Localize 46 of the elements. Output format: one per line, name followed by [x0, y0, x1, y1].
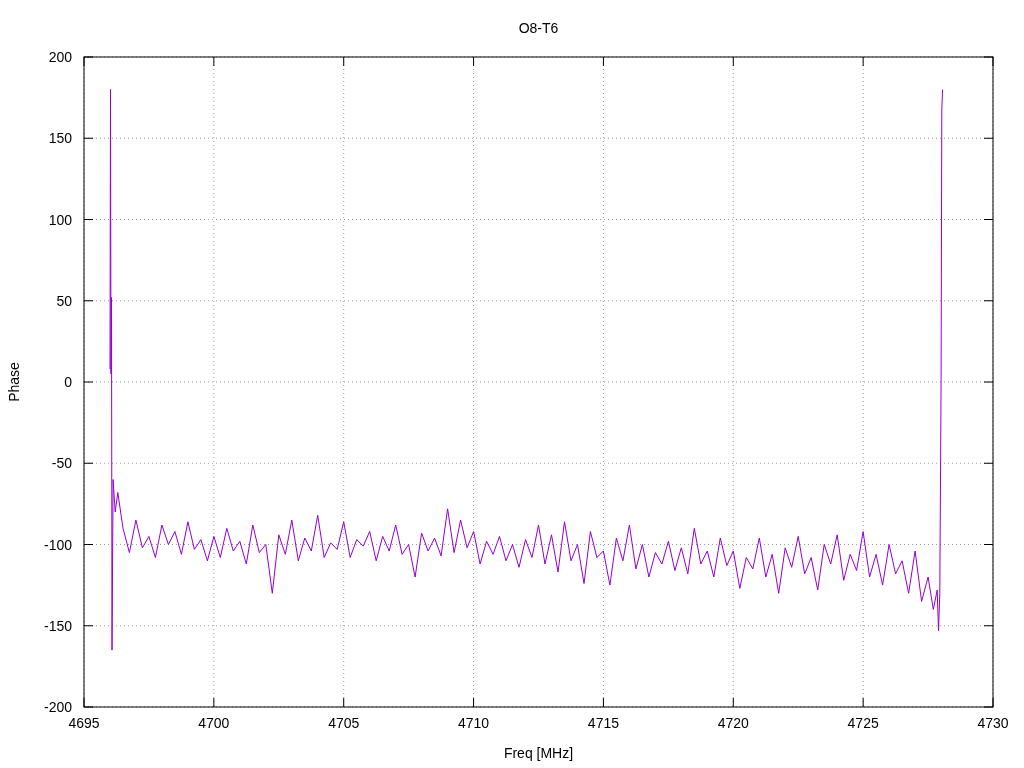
- y-tick-label: 100: [48, 211, 72, 228]
- y-tick-mark: [83, 625, 94, 627]
- x-tick-mark: [343, 697, 345, 708]
- y-tick-mark: [83, 544, 94, 545]
- x-tick-label: 4715: [587, 715, 619, 731]
- x-tick-label: 4710: [458, 715, 490, 731]
- y-tick-label: -100: [43, 536, 72, 553]
- x-tick-label: 4720: [717, 715, 749, 731]
- x-tick-mark: [862, 697, 864, 708]
- y-tick-mark: [983, 625, 994, 627]
- y-tick-label: -150: [43, 617, 72, 634]
- y-tick-mark: [83, 381, 94, 383]
- x-tick-mark: [213, 697, 215, 708]
- y-tick-mark: [983, 219, 994, 220]
- y-tick-label: 200: [48, 49, 72, 65]
- y-tick-mark: [83, 462, 94, 464]
- y-tick-label: -50: [51, 455, 72, 472]
- y-tick-mark: [83, 219, 94, 220]
- y-tick-mark: [983, 300, 994, 302]
- y-tick-mark: [83, 300, 94, 302]
- x-axis-label: Freq [MHz]: [503, 745, 574, 761]
- y-tick-label: 150: [48, 130, 72, 147]
- x-tick-mark: [343, 56, 345, 67]
- y-tick-label: 50: [56, 292, 72, 309]
- y-tick-label: -200: [43, 699, 72, 715]
- x-tick-label: 4725: [847, 715, 879, 731]
- x-tick-mark: [602, 697, 604, 708]
- x-tick-mark: [602, 56, 604, 67]
- x-tick-label: 4695: [68, 715, 100, 731]
- x-tick-mark: [732, 697, 734, 708]
- x-tick-label: 4705: [328, 715, 360, 731]
- y-tick-mark: [983, 137, 994, 139]
- x-tick-label: 4700: [198, 715, 230, 731]
- y-axis-label: Phase: [6, 362, 22, 402]
- x-tick-mark: [732, 56, 734, 67]
- x-tick-label: 4730: [977, 715, 1009, 731]
- x-tick-mark: [473, 56, 475, 67]
- y-tick-mark: [983, 381, 994, 383]
- chart-title: O8-T6: [518, 20, 559, 36]
- x-tick-mark: [473, 697, 475, 708]
- y-tick-mark: [83, 137, 94, 139]
- y-tick-label: 0: [64, 374, 72, 390]
- y-tick-mark: [983, 462, 994, 464]
- x-tick-mark: [862, 56, 864, 67]
- x-tick-mark: [213, 56, 215, 67]
- y-tick-mark: [983, 544, 994, 545]
